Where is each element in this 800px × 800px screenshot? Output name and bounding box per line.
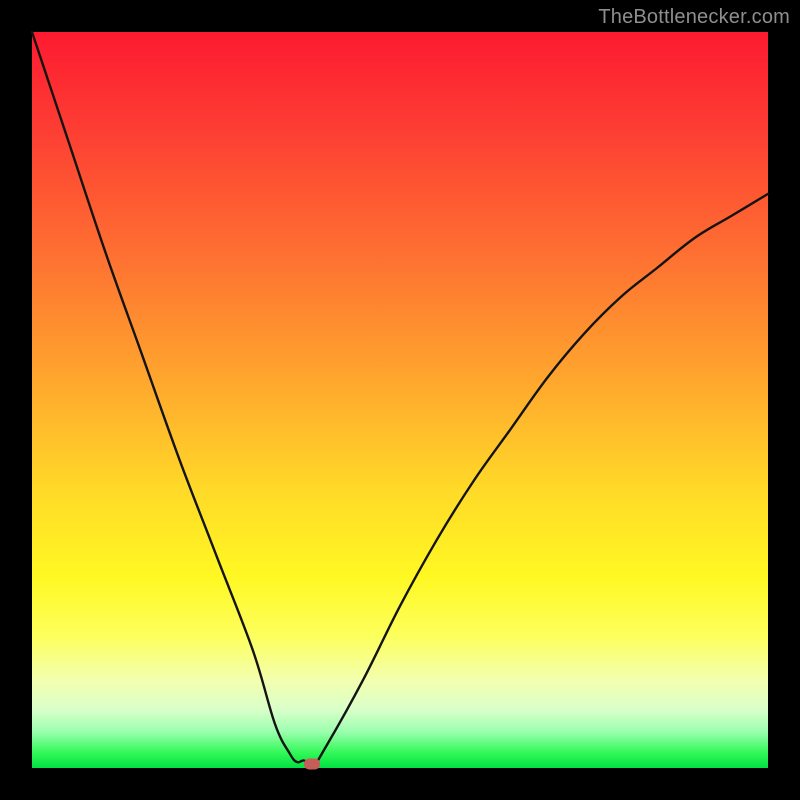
bottleneck-curve bbox=[32, 32, 768, 768]
optimal-point-marker bbox=[304, 758, 320, 769]
watermark-text: TheBottlenecker.com bbox=[598, 6, 790, 29]
chart-frame: TheBottlenecker.com bbox=[0, 0, 800, 800]
curve-svg bbox=[32, 32, 768, 768]
plot-area bbox=[32, 32, 768, 768]
